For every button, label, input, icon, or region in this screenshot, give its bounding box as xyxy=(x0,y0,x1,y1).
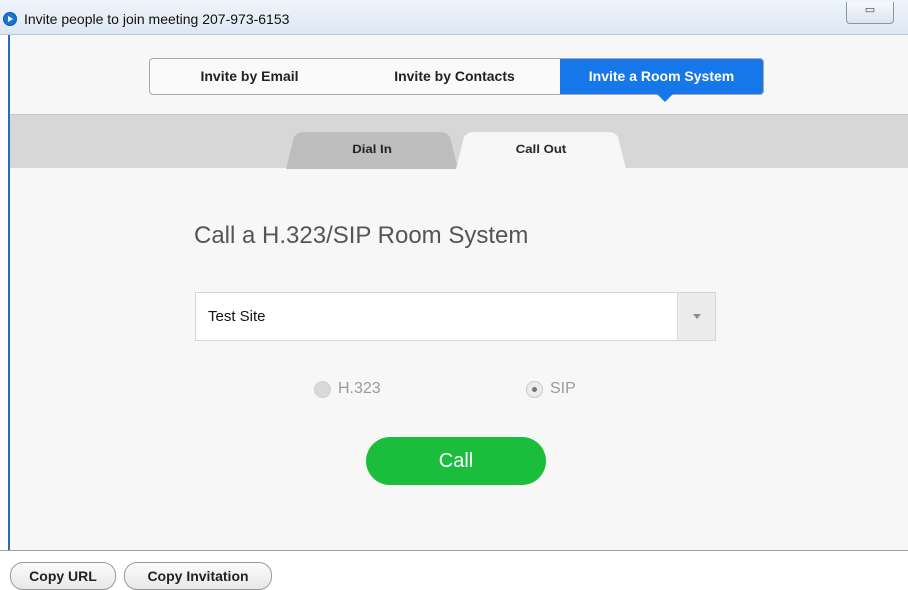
h323-radio[interactable]: H.323 xyxy=(314,377,381,401)
page-title: Call a H.323/SIP Room System xyxy=(194,222,529,249)
copy-url-button[interactable]: Copy URL xyxy=(10,562,116,590)
title-bar: Invite people to join meeting 207-973-61… xyxy=(0,0,908,35)
invite-dialog: Invite by Email Invite by Contacts Invit… xyxy=(8,35,908,550)
tab-invite-by-contacts[interactable]: Invite by Contacts xyxy=(349,59,560,94)
sip-radio[interactable]: SIP xyxy=(526,377,576,401)
sip-radio-label: SIP xyxy=(550,380,576,397)
tab-call-out[interactable]: Call Out xyxy=(456,132,626,169)
room-system-select[interactable]: Test Site xyxy=(195,292,716,341)
chevron-down-icon[interactable] xyxy=(677,293,715,340)
room-system-subtabs: Dial In Call Out xyxy=(10,114,908,169)
call-button[interactable]: Call xyxy=(366,437,546,485)
tab-invite-by-email[interactable]: Invite by Email xyxy=(150,59,349,94)
copy-invitation-button[interactable]: Copy Invitation xyxy=(124,562,272,590)
tab-invite-a-room-system[interactable]: Invite a Room System xyxy=(560,59,763,102)
room-system-select-value: Test Site xyxy=(208,308,266,325)
radio-checked-icon xyxy=(526,380,543,398)
restore-window-button[interactable]: ▭ xyxy=(846,2,894,24)
tab-dial-in[interactable]: Dial In xyxy=(286,132,458,169)
radio-unchecked-icon xyxy=(314,380,331,398)
window-title: Invite people to join meeting 207-973-61… xyxy=(24,11,290,27)
invite-method-tabs: Invite by Email Invite by Contacts Invit… xyxy=(149,58,764,102)
zoom-app-icon xyxy=(3,12,17,26)
h323-radio-label: H.323 xyxy=(338,380,381,397)
footer-bar: Copy URL Copy Invitation xyxy=(0,550,908,590)
